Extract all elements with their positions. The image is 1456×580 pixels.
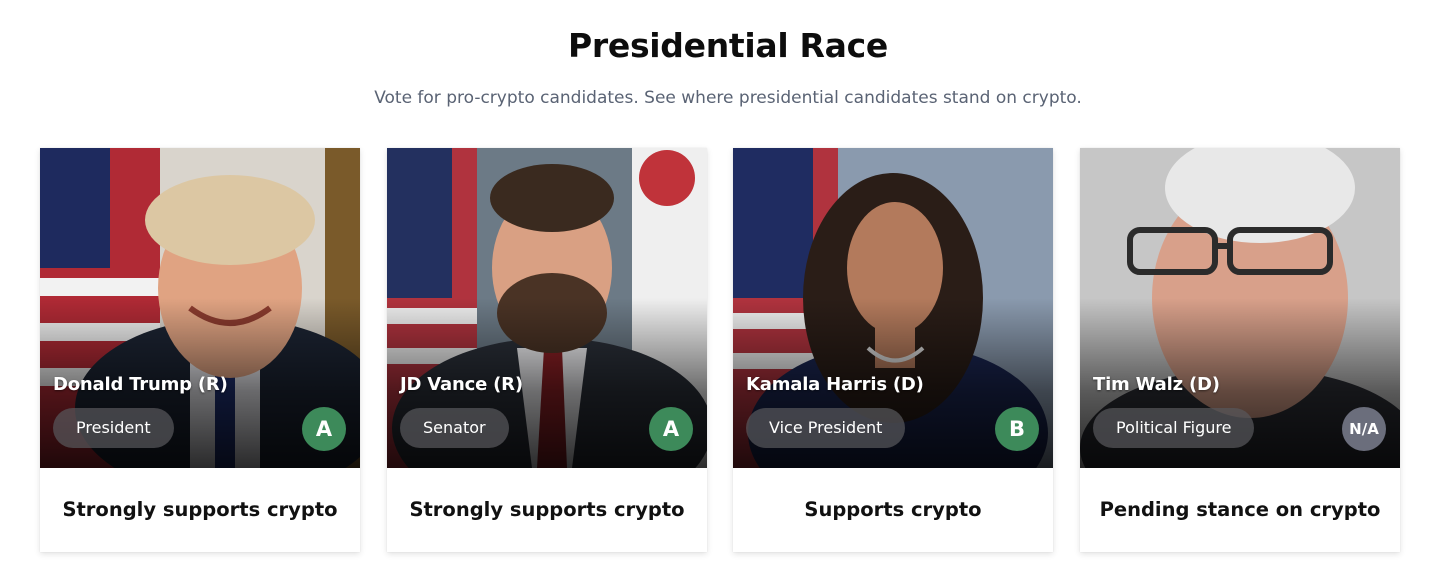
role-badge: Political Figure [1093, 408, 1255, 448]
candidate-card-vance[interactable]: JD Vance (R) Senator A Strongly supports… [387, 148, 707, 552]
crypto-grade-badge: A [649, 407, 693, 451]
candidate-name: Kamala Harris (D) [746, 374, 924, 395]
candidate-photo: JD Vance (R) Senator A [387, 148, 707, 468]
role-badge: President [53, 408, 174, 448]
crypto-grade-badge: N/A [1342, 407, 1386, 451]
candidate-photo: Tim Walz (D) Political Figure N/A [1080, 148, 1400, 468]
candidate-cards: Donald Trump (R) President A Strongly su… [40, 148, 1400, 552]
crypto-grade-badge: B [995, 407, 1039, 451]
crypto-stance-label: Strongly supports crypto [409, 498, 685, 521]
crypto-stance-label: Pending stance on crypto [1099, 498, 1381, 521]
crypto-stance-label: Strongly supports crypto [62, 498, 338, 521]
candidate-name: Tim Walz (D) [1093, 374, 1220, 395]
candidate-photo: Donald Trump (R) President A [40, 148, 360, 468]
role-badge: Vice President [746, 408, 906, 448]
candidate-card-harris[interactable]: Kamala Harris (D) Vice President B Suppo… [733, 148, 1053, 552]
candidate-card-trump[interactable]: Donald Trump (R) President A Strongly su… [40, 148, 360, 552]
role-badge: Senator [400, 408, 509, 448]
candidate-card-walz[interactable]: Tim Walz (D) Political Figure N/A Pendin… [1080, 148, 1400, 552]
page-subtitle: Vote for pro-crypto candidates. See wher… [374, 88, 1082, 108]
candidate-name: Donald Trump (R) [53, 374, 228, 395]
crypto-stance-label: Supports crypto [804, 498, 982, 521]
crypto-grade-badge: A [302, 407, 346, 451]
page-title: Presidential Race [568, 26, 888, 65]
candidate-photo: Kamala Harris (D) Vice President B [733, 148, 1053, 468]
candidate-name: JD Vance (R) [400, 374, 523, 395]
